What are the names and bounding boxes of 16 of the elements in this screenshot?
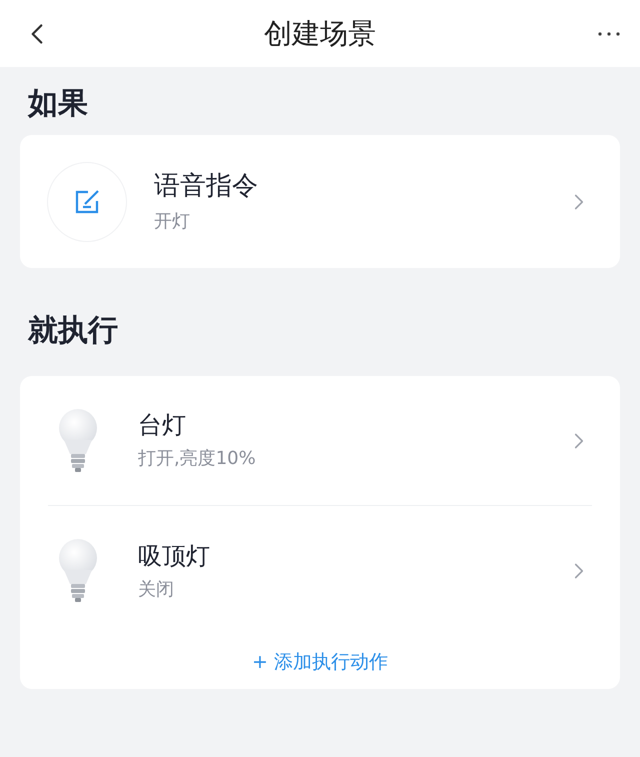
more-icon — [598, 32, 620, 36]
device-name: 台灯 — [138, 410, 187, 440]
device-action: 关闭 — [138, 578, 175, 602]
light-bulb-icon — [56, 538, 100, 604]
device-action: 打开,亮度10% — [138, 448, 257, 471]
condition-card[interactable]: 语音指令 开灯 — [20, 135, 620, 268]
light-bulb-icon — [56, 408, 100, 474]
condition-title: 语音指令 — [154, 170, 259, 202]
action-row[interactable]: 吸顶灯 关闭 — [48, 506, 592, 636]
page-title: 创建场景 — [264, 16, 376, 52]
device-name: 吸顶灯 — [138, 540, 211, 571]
action-row[interactable]: 台灯 打开,亮度10% — [48, 376, 592, 506]
section-title: 就执行 — [26, 312, 119, 350]
condition-subtitle: 开灯 — [154, 210, 191, 233]
edit-icon — [74, 188, 100, 214]
section-title: 如果 — [26, 85, 89, 123]
